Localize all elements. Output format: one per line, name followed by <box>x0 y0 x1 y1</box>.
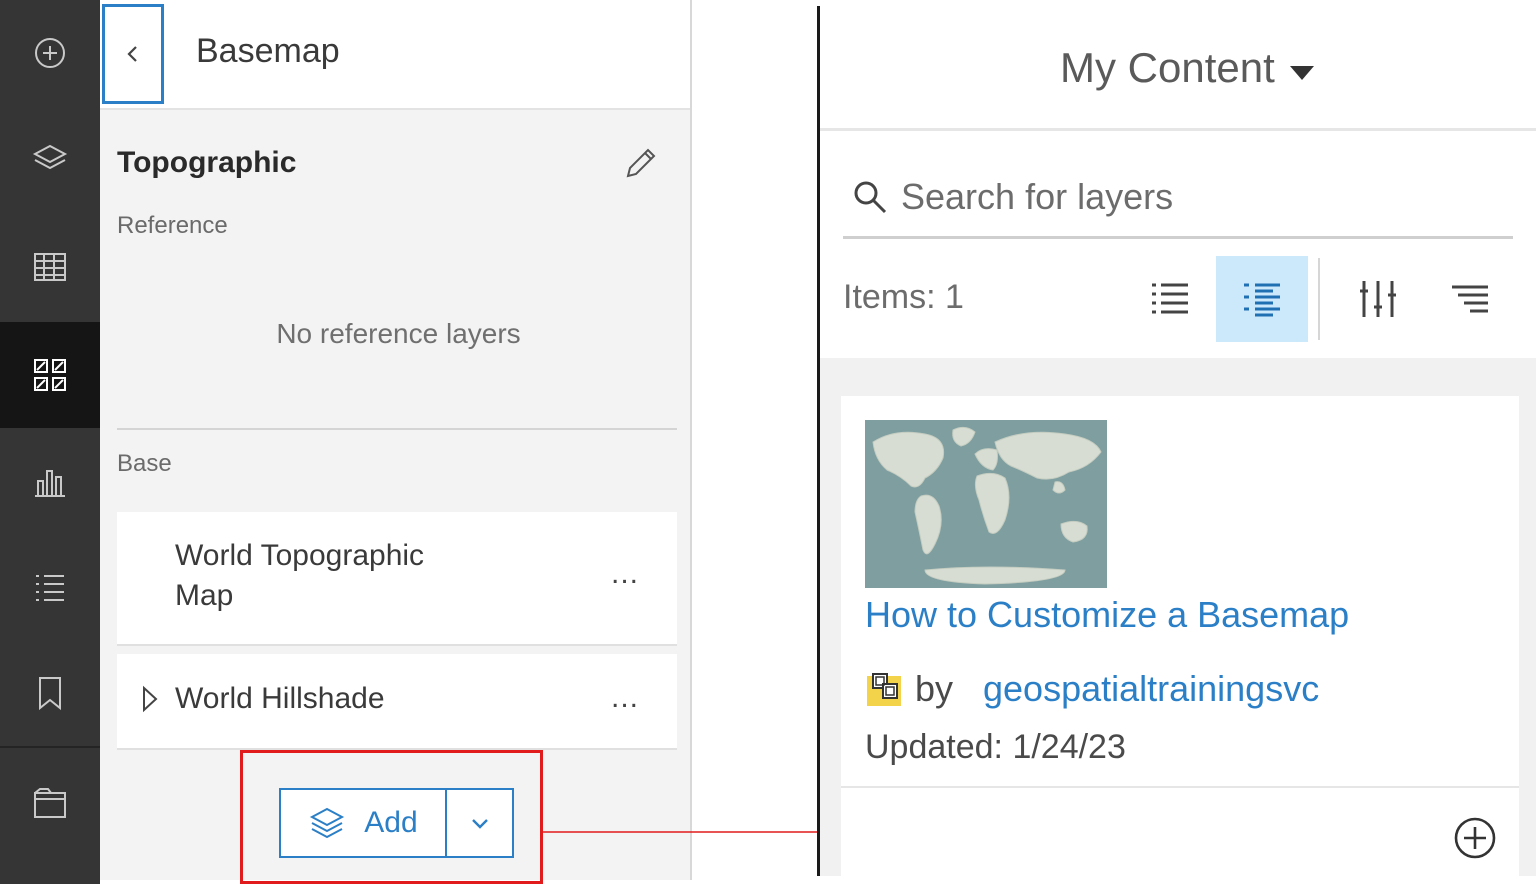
my-content-panel: My Content Items: 1 <box>820 4 1536 876</box>
legend-button[interactable] <box>0 534 100 640</box>
layer-name: World Hillshade <box>175 682 385 715</box>
search-input[interactable] <box>899 170 1503 224</box>
world-map-thumbnail-image <box>865 420 1107 588</box>
back-button[interactable] <box>102 4 164 104</box>
item-title-link[interactable]: How to Customize a Basemap <box>865 594 1349 636</box>
add-circle-icon <box>1454 817 1496 859</box>
reference-section-label: Reference <box>117 212 228 239</box>
add-data-button[interactable] <box>0 0 100 106</box>
results-list: How to Customize a Basemap by geospatial… <box>820 358 1536 876</box>
content-header: My Content <box>820 4 1536 131</box>
table-icon <box>34 253 66 281</box>
edit-basemap-button[interactable] <box>622 146 662 186</box>
caret-right-icon <box>143 685 158 713</box>
basemap-button[interactable] <box>0 322 100 428</box>
detail-list-view-button[interactable] <box>1216 256 1308 342</box>
add-item-button[interactable] <box>1453 816 1497 860</box>
legend-icon <box>36 575 64 601</box>
charts-button[interactable] <box>0 428 100 534</box>
add-icon <box>35 38 65 68</box>
pencil-icon <box>626 148 656 178</box>
filter-button[interactable] <box>1332 256 1424 342</box>
layers-button[interactable] <box>0 106 100 212</box>
section-divider <box>117 428 677 430</box>
updated-date: Updated: 1/24/23 <box>865 728 1126 766</box>
basemap-panel: Basemap Topographic Reference No referen… <box>100 0 692 880</box>
web-map-type-icon <box>865 670 905 710</box>
expand-layer-button[interactable] <box>139 684 161 714</box>
caret-down-icon[interactable] <box>1290 66 1314 80</box>
sliders-icon <box>1360 281 1396 317</box>
no-reference-layers-message: No reference layers <box>276 318 521 349</box>
sort-icon <box>1452 285 1488 313</box>
layer-options-button[interactable]: ... <box>605 683 645 722</box>
action-rail <box>0 0 100 884</box>
layer-name: World Topographic Map <box>175 539 425 612</box>
tables-button[interactable] <box>0 214 100 320</box>
layers-icon <box>32 144 68 170</box>
highlight-annotation <box>240 750 543 884</box>
content-item-card[interactable]: How to Customize a Basemap by geospatial… <box>841 396 1519 876</box>
panel-title: Basemap <box>196 32 340 70</box>
card-divider <box>841 786 1519 788</box>
folder-icon <box>34 788 66 818</box>
owner-link[interactable]: geospatialtrainingsvc <box>983 668 1319 710</box>
toolbar-separator <box>1318 258 1320 340</box>
layer-options-button[interactable]: ... <box>605 559 645 598</box>
search-icon <box>851 178 889 216</box>
content-source-dropdown[interactable]: My Content <box>1060 44 1275 92</box>
list-icon <box>1152 283 1188 314</box>
content-button[interactable] <box>0 750 100 856</box>
items-count: Items: 1 <box>843 278 964 316</box>
bookmarks-button[interactable] <box>0 640 100 746</box>
chevron-left-icon <box>127 46 137 62</box>
rail-separator <box>0 746 100 748</box>
basemap-gallery-icon <box>34 359 66 391</box>
by-label: by <box>915 668 954 709</box>
item-thumbnail[interactable] <box>865 420 1107 588</box>
panel-header: Basemap <box>100 0 690 110</box>
bookmark-icon <box>39 677 61 711</box>
detailed-list-icon <box>1244 283 1280 317</box>
base-layer-item[interactable]: World Topographic Map ... <box>117 512 677 646</box>
chart-icon <box>35 470 65 497</box>
compact-list-view-button[interactable] <box>1124 256 1216 342</box>
base-layer-item[interactable]: World Hillshade ... <box>117 654 677 750</box>
sort-button[interactable] <box>1424 256 1516 342</box>
basemap-name: Topographic <box>117 146 297 179</box>
search-bar <box>843 166 1513 239</box>
base-section-label: Base <box>117 450 172 477</box>
